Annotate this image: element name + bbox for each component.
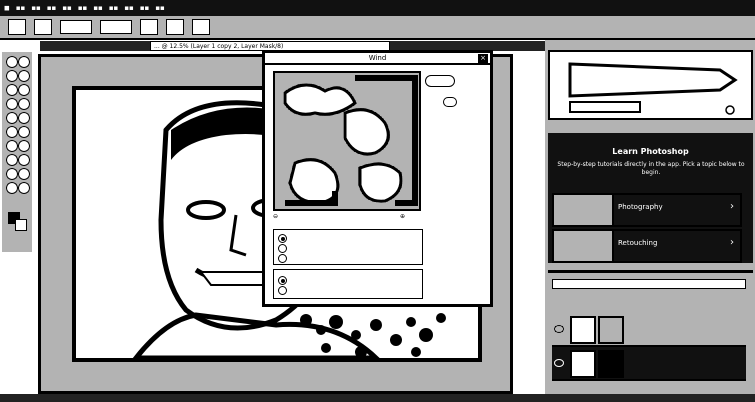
learn-card-retouching[interactable]: Retouching › <box>552 229 742 263</box>
option-icon[interactable] <box>166 19 184 35</box>
eraser-tool-icon[interactable] <box>6 126 18 138</box>
preview-image <box>283 75 418 206</box>
menu-item[interactable]: ▪▪ <box>62 4 72 12</box>
options-bar <box>0 16 755 40</box>
menu-item[interactable]: ▪▪ <box>78 4 88 12</box>
move-tool-icon[interactable] <box>6 56 18 68</box>
filter-preview[interactable] <box>273 71 421 211</box>
healing-tool-icon[interactable] <box>6 98 18 110</box>
learn-title: Learn Photoshop <box>612 147 689 156</box>
preview-zoom-controls: ⊖ ⊕ <box>273 213 421 223</box>
current-tool-icon[interactable] <box>34 19 52 35</box>
chevron-right-icon: › <box>730 237 734 248</box>
menu-bar: ◼ ▪▪ ▪▪ ▪▪ ▪▪ ▪▪ ▪▪ ▪▪ ▪▪ ▪▪ ▪▪ <box>0 0 755 16</box>
blur-tool-icon[interactable] <box>6 140 18 152</box>
chevron-right-icon: › <box>730 201 734 212</box>
method-radio-stagger[interactable] <box>278 254 287 263</box>
learn-card-thumbnail <box>554 195 614 225</box>
method-radio-wind[interactable] <box>278 234 287 243</box>
zoom-in-button[interactable]: ⊕ <box>400 213 405 220</box>
eye-icon[interactable] <box>554 359 564 367</box>
layer-thumbnail <box>570 350 596 378</box>
eyedropper-tool-icon[interactable] <box>18 84 30 96</box>
menu-item[interactable]: ▪▪ <box>93 4 103 12</box>
dodge-tool-icon[interactable] <box>18 140 30 152</box>
learn-card-thumbnail <box>554 231 614 261</box>
direction-radio-left[interactable] <box>278 286 287 295</box>
menu-item[interactable]: ▪▪ <box>140 4 150 12</box>
learn-description: Step-by-step tutorials directly in the a… <box>557 161 745 176</box>
learn-card-label: Retouching <box>618 239 658 247</box>
path-select-tool-icon[interactable] <box>6 168 18 180</box>
option-field[interactable] <box>100 20 132 34</box>
brush-stroke-preview <box>568 62 738 115</box>
direction-group <box>273 269 423 299</box>
cancel-button[interactable] <box>443 97 457 107</box>
home-icon[interactable] <box>8 19 26 35</box>
layer-mask-thumbnail <box>598 350 624 378</box>
close-icon[interactable]: × <box>478 54 488 63</box>
dialog-title: Wind <box>265 53 490 65</box>
zoom-tool-icon[interactable] <box>18 182 30 194</box>
history-brush-tool-icon[interactable] <box>18 112 30 124</box>
method-radio-blast[interactable] <box>278 244 287 253</box>
menu-item[interactable]: ▪▪ <box>155 4 165 12</box>
direction-radio-right[interactable] <box>278 276 287 285</box>
zoom-out-button[interactable]: ⊖ <box>273 213 278 220</box>
layers-panel <box>548 270 753 400</box>
background-color-swatch[interactable] <box>15 219 27 231</box>
brush-tool-icon[interactable] <box>18 98 30 110</box>
method-group <box>273 229 423 265</box>
layer-mask-thumbnail <box>598 316 624 344</box>
layers-filter-bar[interactable] <box>552 279 746 289</box>
menu-item[interactable]: ▪▪ <box>124 4 134 12</box>
learn-card-label: Photography <box>618 203 663 211</box>
app-logo-icon: ◼ <box>4 4 10 12</box>
option-icon[interactable] <box>140 19 158 35</box>
hand-tool-icon[interactable] <box>6 182 18 194</box>
quick-select-tool-icon[interactable] <box>18 70 30 82</box>
option-field[interactable] <box>60 20 92 34</box>
layer-row-selected[interactable] <box>552 347 746 381</box>
wind-dialog: Wind × ⊖ ⊕ <box>262 50 493 307</box>
menu-item[interactable]: ▪▪ <box>47 4 57 12</box>
learn-panel: Learn Photoshop Step-by-step tutorials d… <box>548 133 753 263</box>
option-icon[interactable] <box>192 19 210 35</box>
marquee-tool-icon[interactable] <box>18 56 30 68</box>
status-bar <box>0 394 755 402</box>
shape-tool-icon[interactable] <box>18 168 30 180</box>
lasso-tool-icon[interactable] <box>6 70 18 82</box>
gradient-tool-icon[interactable] <box>18 126 30 138</box>
menu-item[interactable]: ▪▪ <box>109 4 119 12</box>
eye-icon[interactable] <box>554 325 564 333</box>
layer-row[interactable] <box>552 313 746 347</box>
menu-item[interactable]: ▪▪ <box>31 4 41 12</box>
menu-item[interactable]: ▪▪ <box>16 4 26 12</box>
crop-tool-icon[interactable] <box>6 84 18 96</box>
type-tool-icon[interactable] <box>18 154 30 166</box>
layer-thumbnail <box>570 316 596 344</box>
pen-tool-icon[interactable] <box>6 154 18 166</box>
learn-card-photography[interactable]: Photography › <box>552 193 742 227</box>
brush-preview-panel <box>548 50 753 120</box>
toolbox <box>2 52 32 252</box>
ok-button[interactable] <box>425 75 455 87</box>
stamp-tool-icon[interactable] <box>6 112 18 124</box>
